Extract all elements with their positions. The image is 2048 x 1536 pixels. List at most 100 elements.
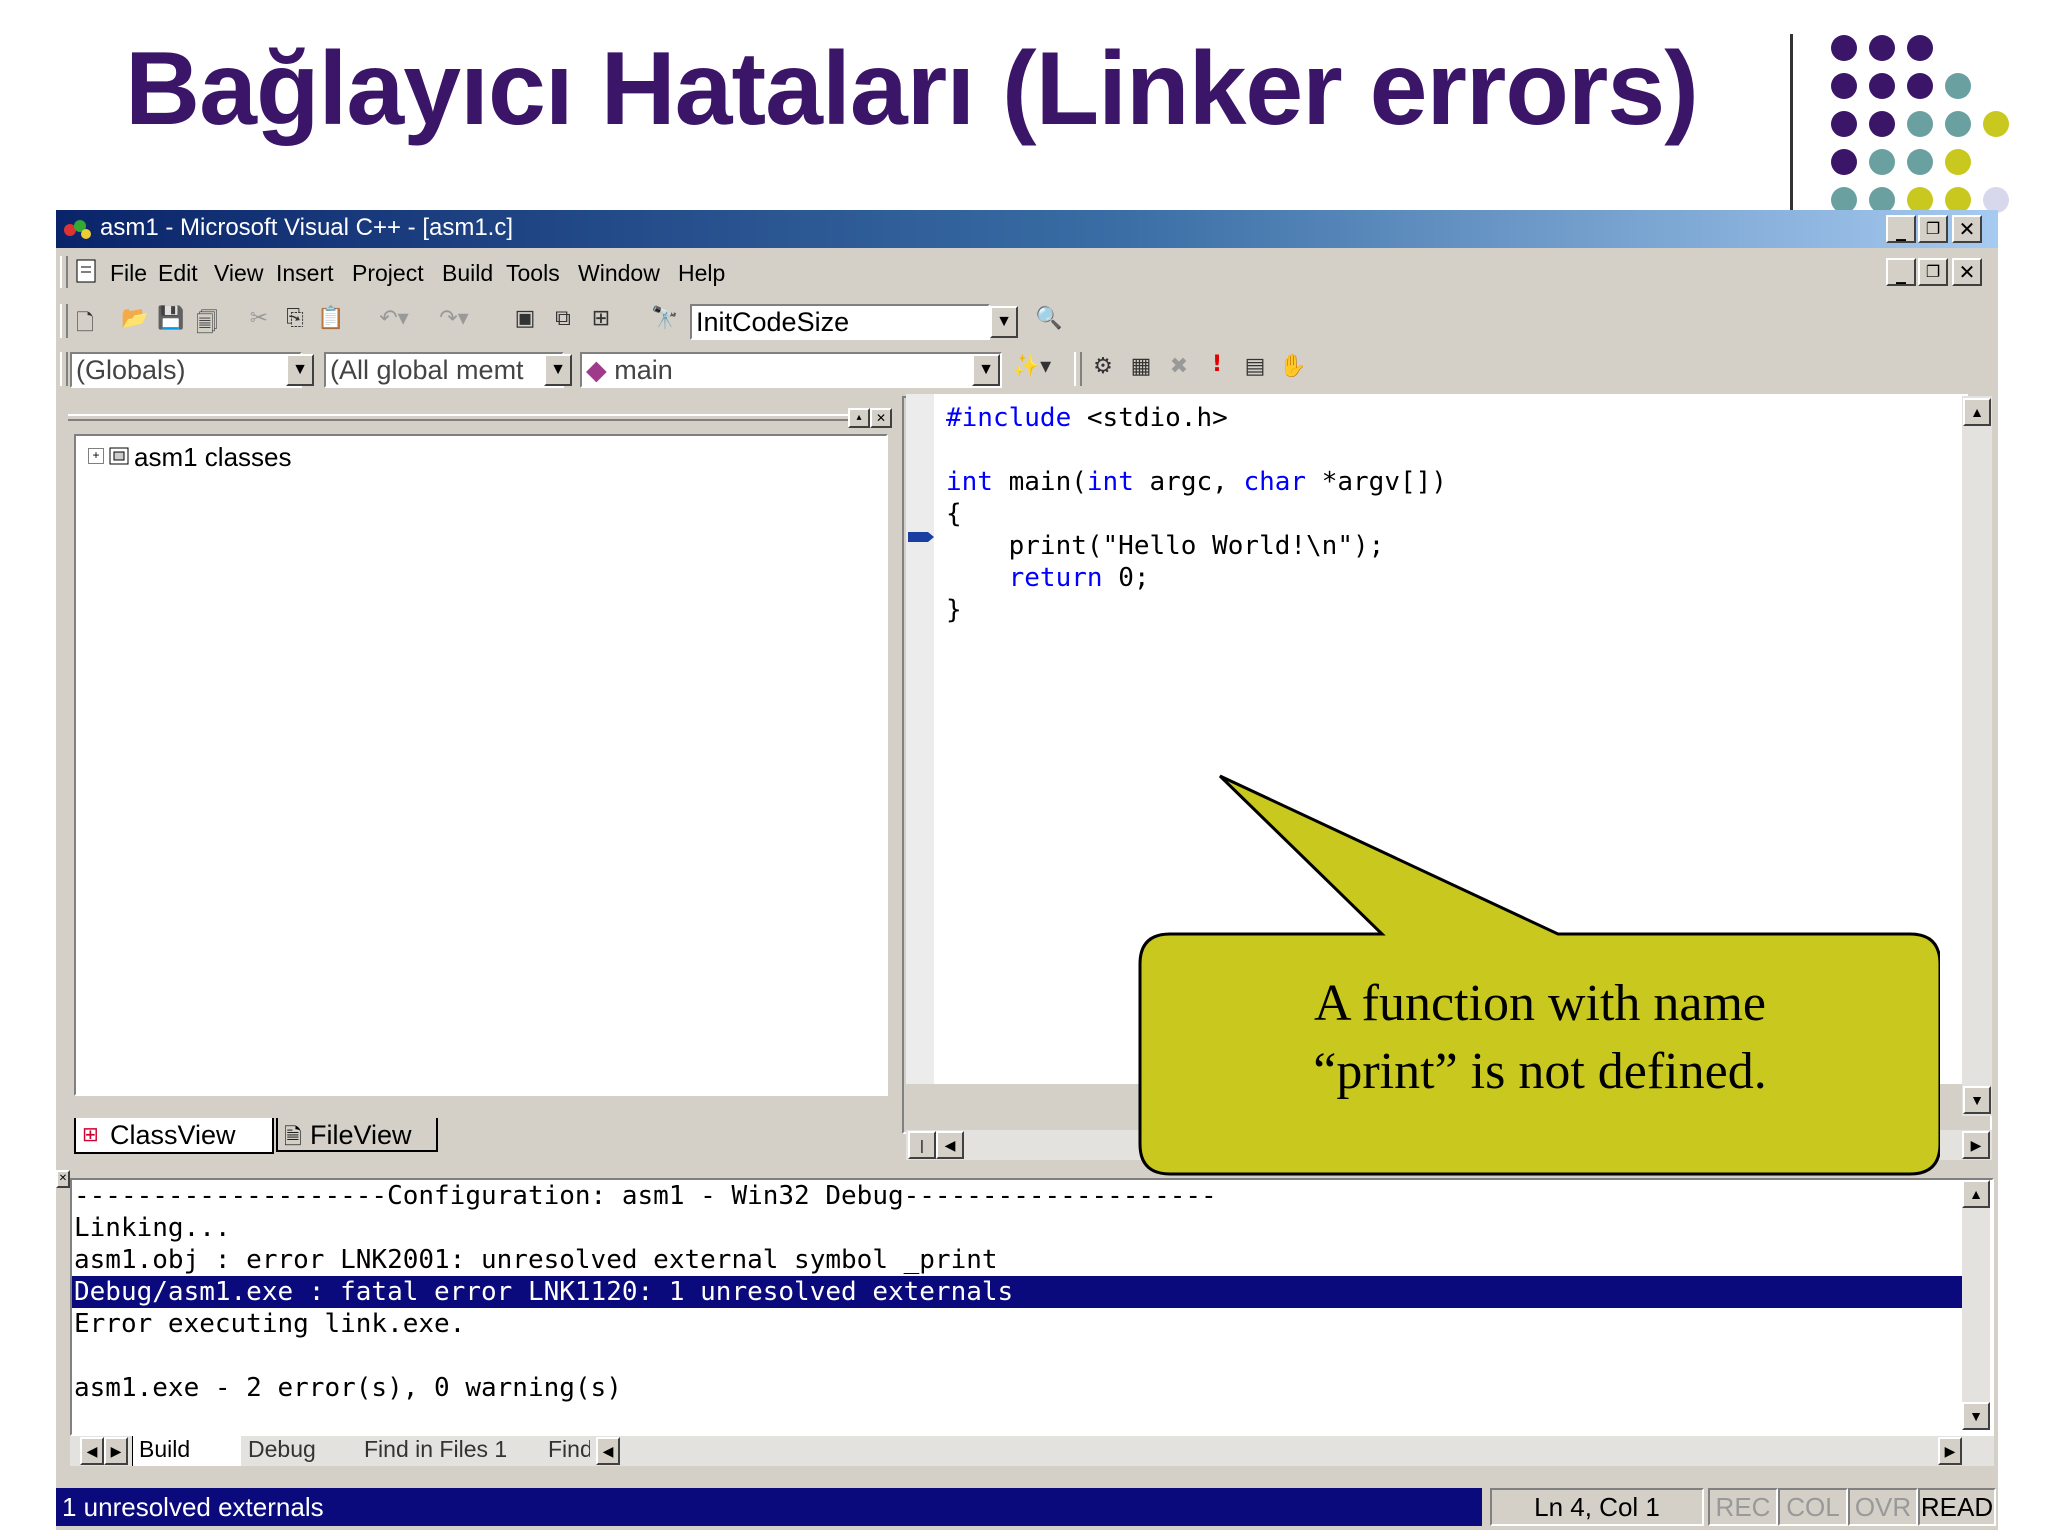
globals-combo-dropdown[interactable]: ▼ [286,354,314,386]
menu-help[interactable]: Help [678,260,725,287]
windows-list-icon[interactable]: ⊞ [586,306,616,331]
go-icon[interactable]: ▤ [1240,354,1270,379]
status-rec: REC [1708,1488,1778,1526]
output-scroll-up-button[interactable]: ▲ [1962,1180,1990,1208]
document-icon[interactable] [74,258,100,286]
status-position: Ln 4, Col 1 [1490,1488,1704,1526]
editor-hscroll-split[interactable]: | [908,1131,936,1159]
paste-icon[interactable]: 📋 [316,306,346,331]
function-combo-dropdown[interactable]: ▼ [972,354,1000,386]
minimize-button[interactable]: _ [1886,215,1916,243]
output-line-7: asm1.exe - 2 error(s), 0 warning(s) [74,1373,622,1403]
output-line-2: Linking... [74,1213,231,1243]
panel-maximize-button[interactable]: ▴ [848,408,870,428]
code-text: argc, [1133,467,1244,497]
tabs-scroll-left-button[interactable]: ◀ [80,1437,104,1465]
tree-root-label[interactable]: asm1 classes [134,442,292,473]
scroll-down-button[interactable]: ▼ [1963,1086,1991,1114]
open-folder-icon[interactable]: 📂 [120,306,150,331]
menu-view[interactable]: View [214,260,263,287]
close-button[interactable]: ✕ [1952,215,1982,243]
new-file-icon[interactable]: 🗋 [70,306,100,344]
tree-expand-icon[interactable]: + [88,448,104,464]
callout-line-2: “print” is not defined. [1313,1043,1767,1100]
ide-window: asm1 - Microsoft Visual C++ - [asm1.c] _… [56,210,1998,1530]
toolbar3-grip[interactable] [1074,352,1082,386]
output-vertical-scrollbar[interactable]: ▲ ▼ [1962,1180,1990,1430]
compile-icon[interactable]: ⚙ [1088,354,1118,379]
cut-icon[interactable]: ✂ [244,306,274,331]
members-combo-dropdown[interactable]: ▼ [544,354,572,386]
globals-combo[interactable]: (Globals) [70,352,302,388]
output-line-4-selected[interactable]: Debug/asm1.exe : fatal error LNK1120: 1 … [72,1276,1962,1308]
find-icon[interactable]: 🔍 [1034,306,1064,331]
title-bar[interactable]: asm1 - Microsoft Visual C++ - [asm1.c] _… [56,210,1998,248]
scroll-left-button[interactable]: ◀ [936,1131,964,1159]
save-all-icon[interactable]: 🗐 [192,306,222,344]
wizard-action-icon[interactable]: ✨▾ [1008,354,1056,379]
callout-line-1: A function with name [1313,975,1767,1032]
config-combo[interactable]: InitCodeSize [690,304,990,340]
workspace-icon[interactable]: ▣ [510,306,540,331]
menubar-grip[interactable] [60,256,68,288]
status-bar: 1 unresolved externals Ln 4, Col 1 REC C… [56,1484,1998,1528]
redo-icon[interactable]: ↷▾ [434,306,474,331]
scroll-right-button[interactable]: ▶ [1962,1131,1990,1159]
toolbar2-grip[interactable] [60,352,68,386]
classview-icon: ⊞ [82,1124,99,1146]
tab-build[interactable]: Build [132,1436,241,1466]
stop-build-icon[interactable]: ✖ [1164,354,1194,379]
output-window-icon[interactable]: ⧉ [548,306,578,331]
output-hscroll-left-button[interactable]: ◀ [596,1437,620,1465]
find-in-files-icon[interactable]: 🔭 [650,306,680,331]
members-combo-value: (All global memt [330,355,524,385]
toolbar-grip[interactable] [60,304,68,338]
members-combo[interactable]: (All global memt [324,352,564,388]
save-icon[interactable]: 💾 [156,306,186,331]
wizard-toolbar: (Globals) ▼ (All global memt ▼ ◆ main ▼ … [56,346,1998,392]
code-line-3: int main(int argc, char *argv[]) [946,466,1447,498]
menu-tools[interactable]: Tools [506,260,560,287]
app-icon [62,216,92,242]
menu-file[interactable]: File [110,260,147,287]
output-scroll-down-button[interactable]: ▼ [1962,1402,1990,1430]
code-text: main( [992,467,1087,497]
tab-find[interactable]: Find [548,1436,590,1463]
doc-restore-button[interactable]: ❐ [1918,258,1948,286]
panel-close-button[interactable]: ✕ [870,408,892,428]
menu-window[interactable]: Window [578,260,660,287]
code-line-4: { [946,499,962,529]
tab-debug[interactable]: Debug [248,1436,316,1463]
menu-project[interactable]: Project [352,260,424,287]
config-combo-dropdown[interactable]: ▼ [990,306,1018,338]
status-ovr: OVR [1848,1488,1918,1526]
build-icon[interactable]: ▦ [1126,354,1156,379]
undo-icon[interactable]: ↶▾ [374,306,414,331]
execute-icon[interactable]: ! [1202,352,1232,377]
tab-fileview[interactable]: 🗎 FileView [276,1118,438,1152]
restore-button[interactable]: ❐ [1918,215,1948,243]
output-hscroll-right-button[interactable]: ▶ [1938,1437,1962,1465]
scroll-up-button[interactable]: ▲ [1963,398,1991,426]
menu-edit[interactable]: Edit [158,260,198,287]
status-message: 1 unresolved externals [56,1488,1482,1526]
editor-vertical-scrollbar[interactable]: ▲ ▼ [1962,396,1992,1116]
output-panel-grip[interactable]: ✕ [56,1170,70,1480]
output-close-button[interactable]: ✕ [56,1170,70,1188]
tab-fileview-label: FileView [310,1120,412,1150]
panel-gripper[interactable] [68,414,848,421]
classes-icon [106,444,132,468]
doc-close-button[interactable]: ✕ [1952,258,1982,286]
code-line-7: } [946,595,962,625]
tab-classview[interactable]: ⊞ ClassView [74,1118,274,1154]
breakpoint-icon[interactable]: ✋ [1278,354,1308,379]
function-combo[interactable]: ◆ main [580,352,1002,388]
tabs-scroll-right-button[interactable]: ▶ [104,1437,128,1465]
menu-build[interactable]: Build [442,260,493,287]
tab-find-in-files-1[interactable]: Find in Files 1 [364,1436,507,1463]
copy-icon[interactable]: ⎘ [280,306,310,331]
output-line-3[interactable]: asm1.obj : error LNK2001: unresolved ext… [74,1244,998,1276]
menu-insert[interactable]: Insert [276,260,334,287]
config-combo-value: InitCodeSize [696,307,850,337]
doc-minimize-button[interactable]: _ [1886,258,1916,286]
